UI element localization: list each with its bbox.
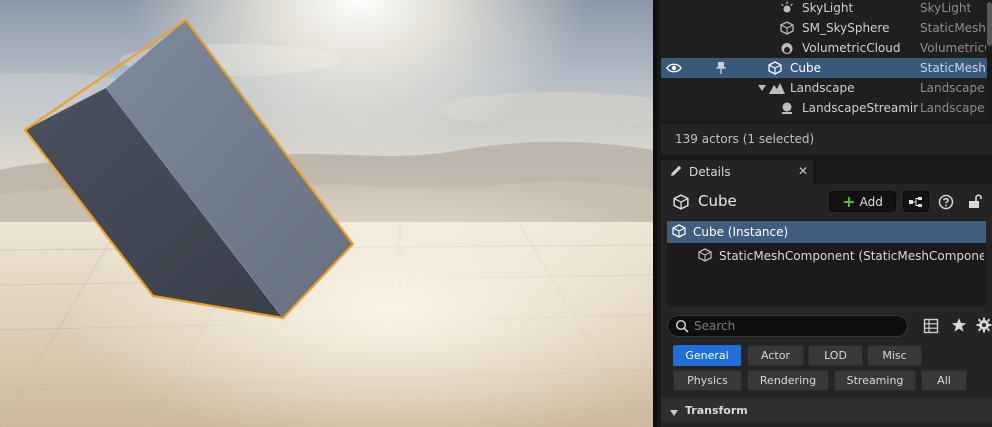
star-icon[interactable] xyxy=(951,317,967,336)
outliner-type: StaticMesh xyxy=(920,61,986,75)
cloud-icon xyxy=(779,40,795,56)
add-component-button[interactable]: + Add xyxy=(829,191,896,212)
landscape-streaming-icon xyxy=(779,100,795,116)
blueprint-icon xyxy=(909,196,922,207)
chevron-down-icon xyxy=(669,406,679,420)
outliner-scrollbar[interactable] xyxy=(987,0,992,120)
actor-count-label: 139 actors (1 selected) xyxy=(661,124,992,154)
filter-streaming[interactable]: Streaming xyxy=(834,370,916,391)
help-icon[interactable] xyxy=(938,194,954,213)
eye-icon[interactable] xyxy=(666,60,682,76)
filter-rendering[interactable]: Rendering xyxy=(747,370,829,391)
filter-lod[interactable]: LOD xyxy=(808,345,863,366)
search-icon xyxy=(675,319,689,336)
landscape-icon xyxy=(769,80,785,96)
filter-general[interactable]: General xyxy=(673,345,741,366)
static-mesh-icon xyxy=(767,60,783,76)
outliner-row-landscape-streaming[interactable]: LandscapeStreamin Landscape xyxy=(661,98,987,118)
static-mesh-icon xyxy=(673,194,689,213)
outliner-row-skylight[interactable]: SkyLight SkyLight xyxy=(661,0,987,18)
static-mesh-icon xyxy=(672,224,686,241)
outliner-type: StaticMesh xyxy=(920,21,986,35)
static-mesh-icon xyxy=(698,248,712,265)
tab-details-label: Details xyxy=(689,165,731,179)
chevron-down-icon[interactable] xyxy=(754,80,770,96)
outliner-type: VolumetricC xyxy=(920,41,986,55)
outliner-name: Cube xyxy=(790,61,821,75)
outliner-row-landscape[interactable]: Landscape Landscape xyxy=(661,78,987,98)
add-label: Add xyxy=(859,194,883,209)
outliner-name: SM_SkySphere xyxy=(802,21,890,35)
blueprint-button[interactable] xyxy=(903,191,929,212)
component-label: Cube (Instance) xyxy=(693,225,789,239)
outliner-type: Landscape xyxy=(920,81,985,95)
outliner-name: Landscape xyxy=(790,81,855,95)
outliner-type: SkyLight xyxy=(920,1,972,15)
table-view-icon[interactable] xyxy=(923,318,939,337)
section-transform-label: Transform xyxy=(685,403,748,417)
details-search[interactable] xyxy=(667,315,908,337)
component-row-instance[interactable]: Cube (Instance) xyxy=(667,221,986,243)
outliner-row-volumetric-cloud[interactable]: VolumetricCloud VolumetricC xyxy=(661,38,987,58)
outliner-name: SkyLight xyxy=(802,1,854,15)
lock-open-icon[interactable] xyxy=(968,193,982,212)
scrollbar-thumb[interactable] xyxy=(987,2,992,46)
viewport-scene xyxy=(0,0,653,427)
gear-icon[interactable] xyxy=(976,317,992,336)
object-name: Cube xyxy=(698,192,737,210)
outliner-name: VolumetricCloud xyxy=(802,41,901,55)
outliner-name: LandscapeStreamin xyxy=(802,101,918,115)
component-tree[interactable]: Cube (Instance) StaticMeshComponent (Sta… xyxy=(667,220,986,306)
filter-actor[interactable]: Actor xyxy=(747,345,804,366)
level-viewport[interactable] xyxy=(0,0,653,427)
pencil-icon xyxy=(669,164,683,181)
skylight-icon xyxy=(779,0,795,16)
outliner-row-cube[interactable]: Cube StaticMesh xyxy=(661,58,987,78)
right-panel: SkyLight SkyLight SM_SkySphere StaticMes… xyxy=(653,0,992,427)
filter-all[interactable]: All xyxy=(921,370,967,391)
filter-physics[interactable]: Physics xyxy=(673,370,742,391)
outliner-row-sm-skysphere[interactable]: SM_SkySphere StaticMesh xyxy=(661,18,987,38)
component-row-staticmesh[interactable]: StaticMeshComponent (StaticMeshComponent… xyxy=(667,245,986,267)
search-input[interactable] xyxy=(694,318,899,334)
tab-details[interactable]: Details ✕ xyxy=(661,160,813,184)
filter-misc[interactable]: Misc xyxy=(867,345,922,366)
plus-icon: + xyxy=(842,191,856,211)
close-icon[interactable]: ✕ xyxy=(798,164,808,178)
details-title-row: Cube + Add xyxy=(661,184,992,220)
static-mesh-icon xyxy=(779,20,795,36)
details-panel: Cube + Add Cube (Instance) StaticMeshCom… xyxy=(661,184,992,427)
outliner-type: Landscape xyxy=(920,101,985,115)
component-label: StaticMeshComponent (StaticMeshComponent… xyxy=(719,249,984,263)
section-transform[interactable]: Transform xyxy=(661,398,992,422)
world-outliner[interactable]: SkyLight SkyLight SM_SkySphere StaticMes… xyxy=(661,0,987,120)
pin-icon[interactable] xyxy=(713,60,729,76)
